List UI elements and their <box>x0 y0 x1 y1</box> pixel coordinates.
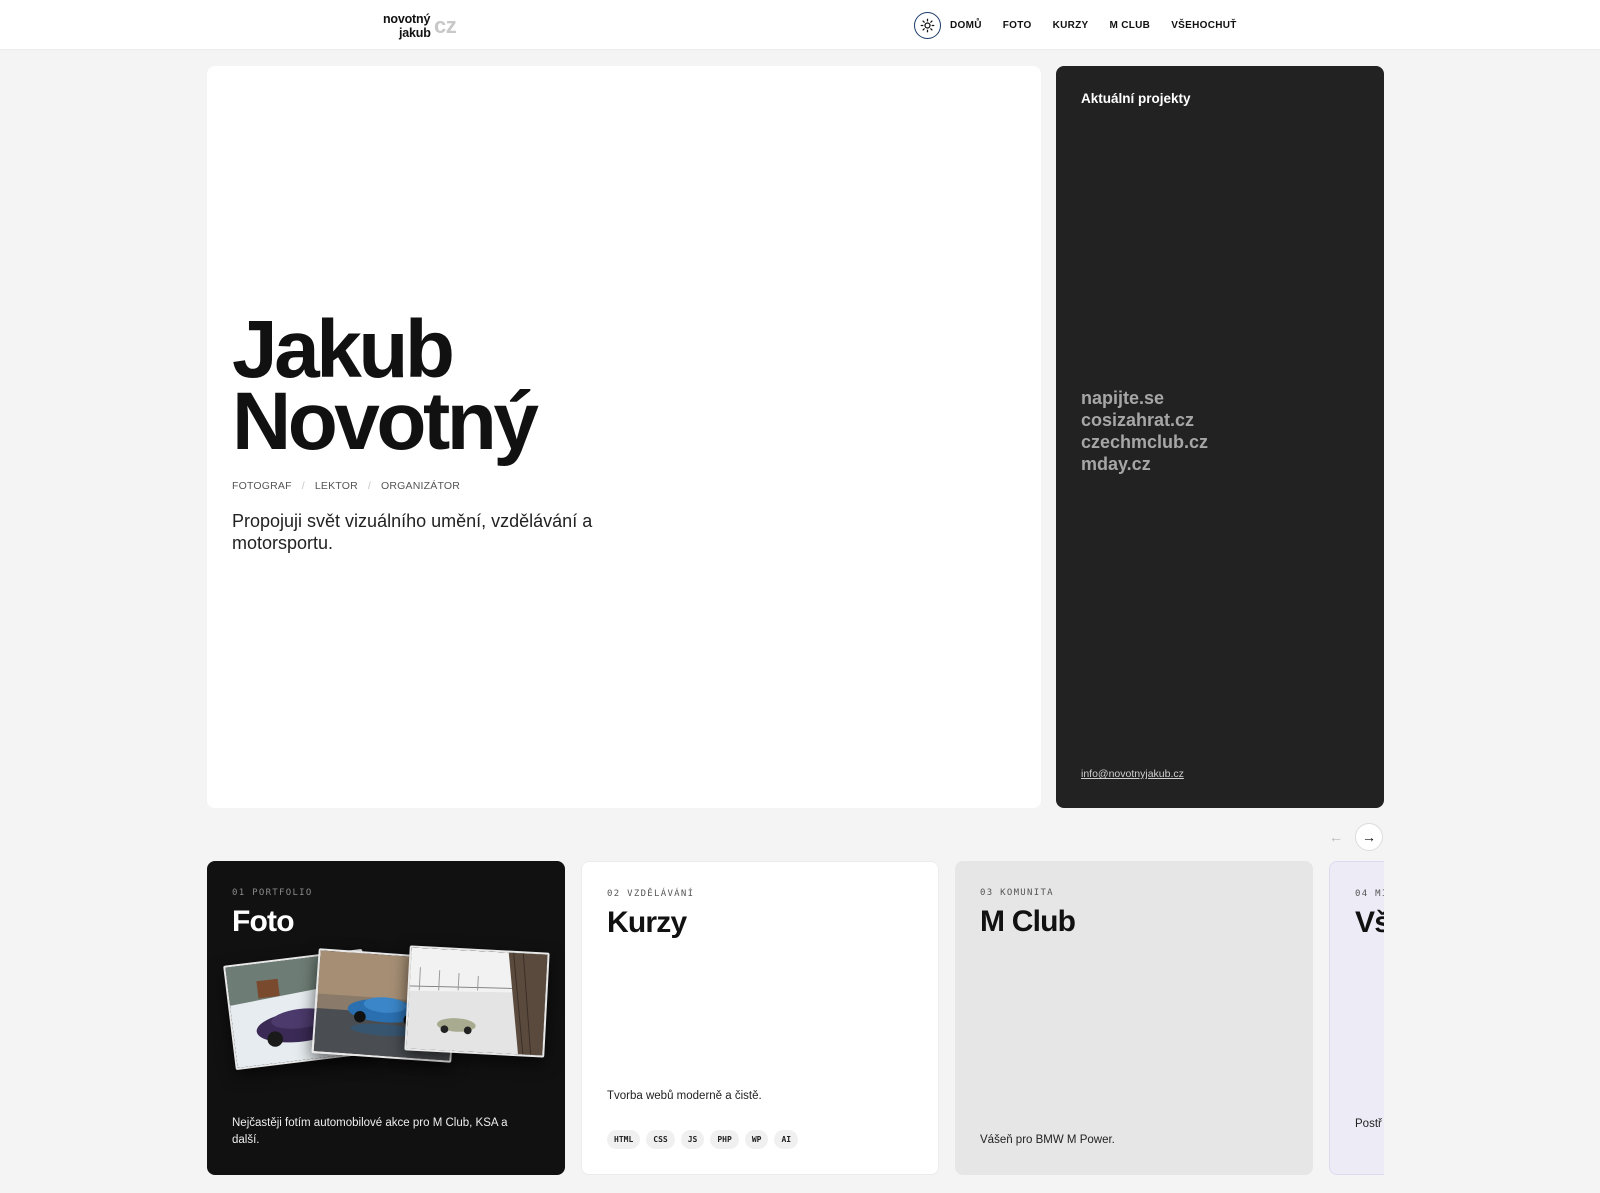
photo-collage <box>221 943 555 1073</box>
card-vsehochut[interactable]: 04 MI Vš Postř tím. <box>1329 861 1384 1175</box>
card-title: Kurzy <box>607 906 687 939</box>
logo-line-1: novotný <box>383 12 431 26</box>
card-description: Tvorba webů moderně a čistě. <box>607 1090 762 1102</box>
theme-toggle-button[interactable] <box>914 11 941 39</box>
tag-html: HTML <box>607 1130 641 1149</box>
carousel-next-button[interactable]: → <box>1355 823 1383 851</box>
projects-card: Aktuální projekty napijte.se cosizahrat.… <box>1056 66 1384 808</box>
card-description: Vášeň pro BMW M Power. <box>980 1134 1115 1146</box>
card-kicker: 02 VZDĚLÁVÁNÍ <box>607 889 695 899</box>
arrow-right-icon: → <box>1362 829 1376 845</box>
sun-icon <box>920 18 935 32</box>
nav-link-foto[interactable]: FOTO <box>1003 20 1032 31</box>
site-logo[interactable]: novotný jakub cz <box>383 12 473 40</box>
top-navigation-bar: novotný jakub cz DOMŮ FOTO KURZY M CLUB … <box>0 0 1600 50</box>
nav-link-vsehochut[interactable]: VŠEHOCHUŤ <box>1171 20 1236 31</box>
project-link-napijte[interactable]: napijte.se <box>1081 387 1208 409</box>
card-title: Foto <box>232 905 295 938</box>
projects-title: Aktuální projekty <box>1081 91 1191 106</box>
tech-tags: HTML CSS JS PHP WP AI <box>607 1130 804 1149</box>
project-link-czechmclub[interactable]: czechmclub.cz <box>1081 431 1208 453</box>
tag-js: JS <box>680 1130 705 1149</box>
card-kurzy[interactable]: 02 VZDĚLÁVÁNÍ Kurzy Tvorba webů moderně … <box>581 861 939 1175</box>
carousel-prev-button[interactable]: ← <box>1322 823 1350 851</box>
tag-ai: AI <box>774 1130 799 1149</box>
photo-car-bridge <box>404 945 550 1058</box>
tag-css: CSS <box>646 1130 675 1149</box>
nav-link-domu[interactable]: DOMŮ <box>950 20 982 31</box>
arrow-left-icon: ← <box>1329 829 1343 845</box>
nav-link-mclub[interactable]: M CLUB <box>1110 20 1151 31</box>
role-separator: / <box>367 480 372 492</box>
card-description: Postř tím. <box>1355 1118 1384 1130</box>
card-title: Vš <box>1355 906 1384 939</box>
logo-suffix: cz <box>434 13 457 38</box>
card-description: Nejčastěji fotím automobilové akce pro M… <box>232 1117 508 1146</box>
hero-card: Jakub Novotný FOTOGRAF / LEKTOR / ORGANI… <box>207 66 1041 808</box>
card-title: M Club <box>980 905 1076 938</box>
tag-wp: WP <box>744 1130 769 1149</box>
hero-name-line-2: Novotný <box>232 376 539 467</box>
card-mclub[interactable]: 03 KOMUNITA M Club Vášeň pro BMW M Power… <box>955 861 1313 1175</box>
hero-name: Jakub Novotný <box>232 309 539 467</box>
nav-link-kurzy[interactable]: KURZY <box>1053 20 1089 31</box>
contact-email-link[interactable]: info@novotnyjakub.cz <box>1081 768 1184 780</box>
project-link-mday[interactable]: mday.cz <box>1081 453 1208 475</box>
role-organizator: ORGANIZÁTOR <box>381 480 461 492</box>
card-kicker: 03 KOMUNITA <box>980 888 1054 898</box>
role-lektor: LEKTOR <box>314 480 358 492</box>
card-kicker: 01 PORTFOLIO <box>232 888 313 898</box>
role-separator: / <box>301 480 305 492</box>
card-kicker: 04 MI <box>1355 889 1384 899</box>
logo-line-2: jakub <box>399 26 431 40</box>
project-list: napijte.se cosizahrat.cz czechmclub.cz m… <box>1081 387 1208 475</box>
cards-carousel: 01 PORTFOLIO Foto Nejčastěji fotím autom… <box>207 861 1384 1175</box>
card-foto[interactable]: 01 PORTFOLIO Foto Nejčastěji fotím autom… <box>207 861 565 1175</box>
hero-tagline: Propojuji svět vizuálního umění, vzděláv… <box>232 511 593 553</box>
roles-list: FOTOGRAF / LEKTOR / ORGANIZÁTOR <box>232 480 460 492</box>
tag-php: PHP <box>710 1130 739 1149</box>
role-fotograf: FOTOGRAF <box>232 480 292 492</box>
main-nav: DOMŮ FOTO KURZY M CLUB VŠEHOCHUŤ <box>914 11 1258 39</box>
project-link-cosizahrat[interactable]: cosizahrat.cz <box>1081 409 1208 431</box>
